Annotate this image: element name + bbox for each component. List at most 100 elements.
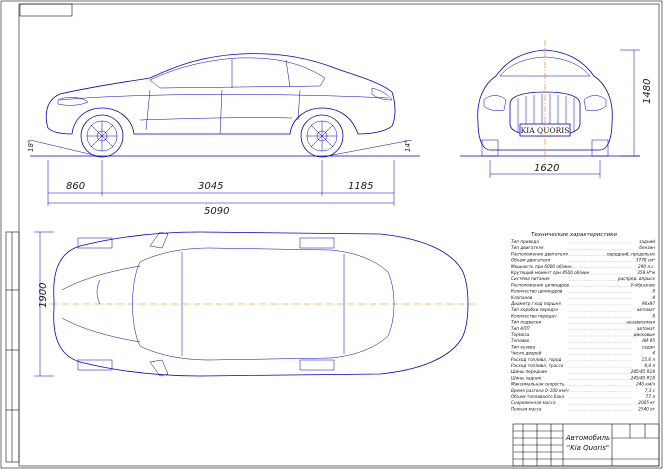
specs-block: Технические характеристики Тип привода за… [510,232,656,411]
spec-label: Клапанов [511,295,533,300]
dim-front-overhang: 860 [66,181,85,192]
spec-row: Максимальная скорость 240 км/ч [511,382,656,387]
spec-row: Время разгона 0–100 км/ч 7,3 с [511,388,656,393]
spec-label: Расход топлива, город [511,357,561,362]
spec-value: 8 [652,313,655,318]
spec-label: Объем двигателя [511,258,550,263]
spec-label: Тип привода [511,239,539,244]
spec-value: V-образное [631,282,656,287]
dim-width: 1900 [38,283,49,308]
spec-row: Число дверей 4 [511,351,655,356]
spec-row: Объем топливного бака 77 л [511,394,655,399]
spec-row: Тип коробки передач автомат [511,307,656,312]
front-dimensions: 1620 1480 [489,49,653,178]
spec-row: Объем двигателя 3778 см³ [511,258,655,263]
spec-value: 8,4 л [644,363,655,368]
dim-track: 1620 [534,163,559,174]
spec-label: Тормоза [511,332,530,337]
spec-label: Число дверей [511,351,542,356]
spec-row: Тормоза дисковые [511,332,655,337]
spec-label: Тип кузова [511,344,536,349]
spec-label: Тип подвески [511,320,541,325]
spec-value: 77 л [646,394,656,399]
spec-row: Тип подвески независимая [511,320,655,325]
spec-row: Полная масса 2540 кг [511,406,656,411]
spec-row: Количество цилиндров 8 [511,289,655,294]
spec-label: Тип коробки передач [511,307,559,312]
dim-wheelbase: 3045 [198,181,223,192]
spec-label: Снаряженная масса [511,400,556,405]
spec-label: Расход топлива, трасса [511,363,564,368]
spec-value: автомат [637,307,656,312]
spec-row: Топливо АИ-95 [511,338,655,343]
spec-value: 8 [652,289,655,294]
spec-row: Крутящий момент при 4500 об/мин 358 Н*м [511,270,655,275]
spec-label: Расположение цилиндров [511,282,569,287]
spec-value: автомат [637,326,656,331]
spec-value: 245/45 R18 [631,375,656,380]
spec-value: 3778 см³ [636,258,655,263]
title-name: Автомобиль [565,434,610,442]
spec-row: Расположение двигателя передний, продольн… [511,251,655,256]
spec-label: Топливо [511,338,530,343]
spec-row: Количество передач 8 [511,313,655,318]
spec-value: 96x87 [642,301,655,306]
spec-row: Диаметр / ход поршня 96x87 [510,301,655,306]
spec-row: Расход топлива, трасса 8,4 л [511,363,655,368]
spec-row: Тип кузова седан [511,344,655,349]
side-view [29,53,420,158]
corner-stamp [19,3,73,17]
dim-height: 1480 [642,79,653,104]
spec-label: Полная масса [511,406,542,411]
spec-value: независимая [626,320,655,325]
spec-label: Расположение двигателя [511,251,568,256]
spec-label: Тип двигателя [511,245,544,250]
spec-value: седан [642,344,655,349]
spec-value: 358 Н*м [637,270,655,275]
spec-label: Объем топливного бака [511,394,565,399]
spec-row: Шины передние 245/45 R18 [511,369,655,374]
title-model: "Kia Quoris" [567,444,609,452]
spec-row: Тип КПП автомат [511,326,656,331]
spec-row: Расположение цилиндров V-образное [511,282,655,287]
spec-label: Система питания [511,276,550,281]
spec-label: Количество передач [511,313,557,318]
spec-value: дисковые [633,332,656,337]
spec-value: 2005 кг [638,400,656,405]
spec-label: Максимальная скорость [511,382,565,387]
spec-label: Тип КПП [511,326,530,331]
spec-value: 4 [652,295,655,300]
spec-value: 7,3 с [645,388,656,393]
spec-value: передний, продольно [607,251,656,256]
spec-value: 245/45 R18 [631,369,656,374]
spec-value: распред. впрыск [617,276,656,281]
dim-rear-overhang: 1185 [348,181,373,192]
dim-approach-angle: 18° [27,140,35,152]
spec-row: Снаряженная масса 2005 кг [511,400,656,405]
dim-departure-angle: 14° [404,140,412,152]
spec-row: Расход топлива, город 15,6 л [511,357,655,362]
spec-value: задний [639,239,655,244]
top-view [40,231,480,377]
dim-overall-length: 5090 [204,206,229,217]
spec-value: 240 км/ч [636,382,655,387]
spec-row: Клапанов 4 [511,295,655,300]
spec-label: Время разгона 0–100 км/ч [511,388,569,393]
spec-row: Тип двигателя бензин [511,245,655,250]
spec-label: Крутящий момент при 4500 об/мин [511,270,590,275]
spec-value: 2540 кг [638,406,656,411]
spec-row: Тип привода задний [511,239,655,244]
specs-title: Технические характеристики [531,232,617,238]
spec-value: 4 [652,351,655,356]
spec-value: 15,6 л [642,357,656,362]
spec-row: Мощность при 6000 об/мин 290 л.с. [511,264,655,269]
spec-label: Диаметр / ход поршня [510,301,561,306]
spec-label: Мощность при 6000 об/мин [511,264,572,269]
spec-value: бензин [639,245,655,250]
spec-label: Количество цилиндров [511,289,563,294]
drawing-sheet: 860 3045 1185 5090 18° 14° KIA QUORIS 16… [0,0,663,469]
spec-value: 290 л.с. [638,264,655,269]
spec-row: Шины задние 245/45 R18 [511,375,655,380]
title-block: Автомобиль "Kia Quoris" [512,423,660,467]
spec-label: Шины задние [511,375,542,380]
